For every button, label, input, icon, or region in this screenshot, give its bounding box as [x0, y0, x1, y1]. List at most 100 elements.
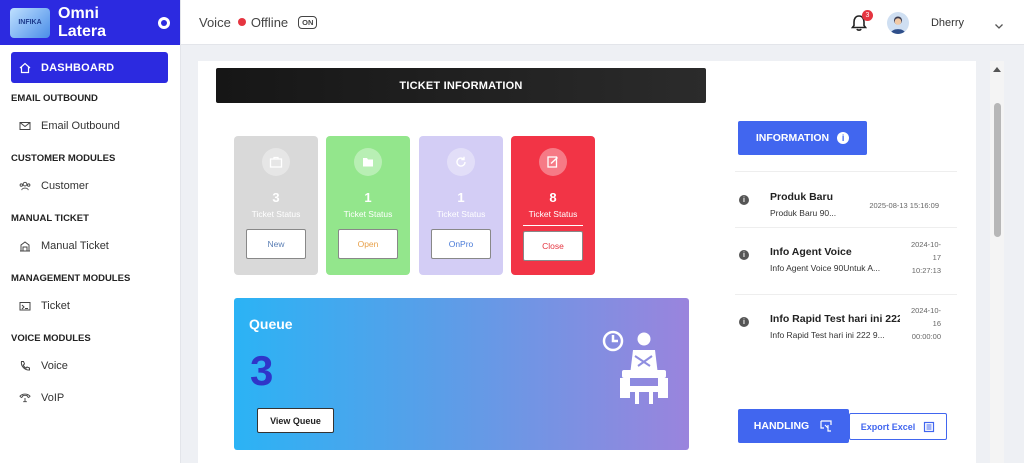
ticket-card-close: 8 Ticket Status Close	[511, 136, 595, 275]
new-button[interactable]: New	[246, 229, 306, 259]
folder-open-icon	[354, 148, 382, 176]
info-desc: Info Agent Voice 90Untuk A...	[770, 263, 881, 273]
ticket-status-label: Ticket Status	[251, 209, 301, 219]
voice-status: Voice Offline ON	[199, 14, 318, 30]
export-label: Export Excel	[860, 421, 916, 432]
refresh-icon	[447, 148, 475, 176]
sidebar-item-label: Customer	[41, 180, 89, 192]
info-time-line: 2024-10-	[910, 306, 941, 315]
scroll-thumb[interactable]	[994, 103, 1001, 237]
info-title: Info Agent Voice	[770, 246, 852, 258]
document-icon	[924, 421, 935, 432]
sidebar-item-customer[interactable]: Customer	[0, 169, 180, 203]
info-icon: i	[837, 132, 850, 144]
sidebar-item-voip[interactable]: VoIP	[0, 383, 180, 413]
building-icon	[19, 240, 31, 252]
username[interactable]: Dherry	[931, 17, 964, 29]
ticket-count: 3	[272, 190, 280, 205]
voip-icon	[19, 392, 31, 404]
queue-title: Queue	[249, 316, 293, 332]
handling-button[interactable]: HANDLING	[738, 409, 849, 443]
topbar-right: 3 Dherry	[849, 0, 1004, 45]
sidebar-item-ticket[interactable]: Ticket	[0, 289, 180, 323]
notification-badge: 3	[861, 9, 873, 21]
sidebar-item-label: Ticket	[41, 300, 70, 312]
chevron-down-icon[interactable]	[994, 18, 1004, 29]
ticket-card-onpro: 1 Ticket Status OnPro	[419, 136, 503, 275]
sidebar-item-label: VoIP	[41, 392, 65, 404]
info-time: 2025-08-13 15:16:09	[869, 201, 939, 210]
info-time: 2024-10- 16 00:00:00	[911, 304, 941, 343]
info-dot-icon: i	[739, 195, 749, 205]
section-management-modules: MANAGEMENT MODULES	[11, 273, 131, 284]
ticket-icon	[19, 300, 31, 312]
info-time-line: 16	[932, 319, 941, 328]
ticket-card-new: 3 Ticket Status New	[234, 136, 318, 275]
voice-label: Voice	[199, 14, 231, 30]
information-button[interactable]: INFORMATION i	[738, 121, 867, 155]
info-time-line: 17	[932, 253, 941, 262]
brand-bar: INFIKA Omni Latera	[0, 0, 180, 45]
sidebar-item-voice[interactable]: Voice	[0, 349, 180, 383]
handling-icon	[820, 420, 832, 432]
info-time-line: 2024-10-	[910, 240, 941, 249]
ticket-information-header: TICKET INFORMATION	[216, 68, 706, 103]
info-item[interactable]: i Info Rapid Test hari ini 222 Info Rapi…	[735, 295, 957, 356]
info-time-line: 10:27:13	[911, 266, 941, 275]
sidebar-item-label: Email Outbound	[41, 120, 120, 132]
export-excel-button[interactable]: Export Excel	[849, 413, 947, 440]
info-time-line: 00:00:00	[911, 332, 941, 341]
sidebar-item-dashboard[interactable]: DASHBOARD	[11, 52, 168, 83]
sidebar-item-label: DASHBOARD	[41, 61, 115, 74]
info-item[interactable]: i Info Agent Voice Info Agent Voice 90Un…	[735, 228, 957, 295]
phone-icon	[19, 360, 31, 372]
information-label: INFORMATION	[755, 132, 830, 144]
ticket-status-label: Ticket Status	[436, 209, 486, 219]
users-icon	[19, 180, 31, 192]
scroll-up-icon[interactable]	[993, 67, 1001, 72]
info-dot-icon: i	[739, 250, 749, 260]
onpro-button[interactable]: OnPro	[431, 229, 491, 259]
waiting-person-icon	[602, 330, 668, 404]
info-dot-icon: i	[739, 317, 749, 327]
sidebar-toggle-icon[interactable]	[158, 16, 170, 29]
ticket-count: 1	[457, 190, 465, 205]
topbar: Voice Offline ON 3 Dherry	[181, 0, 1024, 45]
handling-label: HANDLING	[753, 420, 810, 432]
brand-name: Omni Latera	[58, 4, 107, 40]
sidebar-item-label: Manual Ticket	[41, 240, 109, 252]
ticket-status-label: Ticket Status	[528, 209, 578, 219]
ticket-status-label: Ticket Status	[343, 209, 393, 219]
card-divider	[523, 225, 583, 226]
voice-toggle-button[interactable]: ON	[298, 15, 318, 29]
sidebar: INFIKA Omni Latera DASHBOARD EMAIL OUTBO…	[0, 0, 181, 463]
ticket-card-open: 1 Ticket Status Open	[326, 136, 410, 275]
home-icon	[19, 62, 31, 74]
info-title: Info Rapid Test hari ini 222	[770, 313, 900, 325]
sidebar-item-email-outbound[interactable]: Email Outbound	[0, 109, 180, 143]
notification-button[interactable]: 3	[849, 9, 873, 33]
queue-card: Queue 3 View Queue	[234, 298, 689, 450]
info-time: 2024-10- 17 10:27:13	[911, 238, 941, 277]
edit-document-icon	[539, 148, 567, 176]
avatar[interactable]	[886, 11, 909, 34]
section-voice-modules: VOICE MODULES	[11, 333, 91, 344]
ticket-count: 8	[549, 190, 557, 205]
queue-count: 3	[250, 347, 274, 394]
view-queue-button[interactable]: View Queue	[257, 408, 334, 433]
section-customer-modules: CUSTOMER MODULES	[11, 153, 116, 164]
information-list: i Produk Baru Produk Baru 90... 2025-08-…	[735, 171, 957, 356]
info-item[interactable]: i Produk Baru Produk Baru 90... 2025-08-…	[735, 172, 957, 228]
page-scrollbar[interactable]	[990, 61, 1004, 463]
briefcase-icon	[262, 148, 290, 176]
logo-text: INFIKA	[18, 19, 42, 26]
mail-icon	[19, 120, 31, 132]
close-button[interactable]: Close	[523, 231, 583, 261]
open-button[interactable]: Open	[338, 229, 398, 259]
sidebar-item-manual-ticket[interactable]: Manual Ticket	[0, 229, 180, 263]
section-manual-ticket: MANUAL TICKET	[11, 213, 89, 224]
status-dot-icon	[237, 18, 246, 26]
voice-status-text: Offline	[250, 14, 289, 30]
sidebar-item-label: Voice	[41, 360, 68, 372]
section-email-outbound: EMAIL OUTBOUND	[11, 93, 98, 104]
